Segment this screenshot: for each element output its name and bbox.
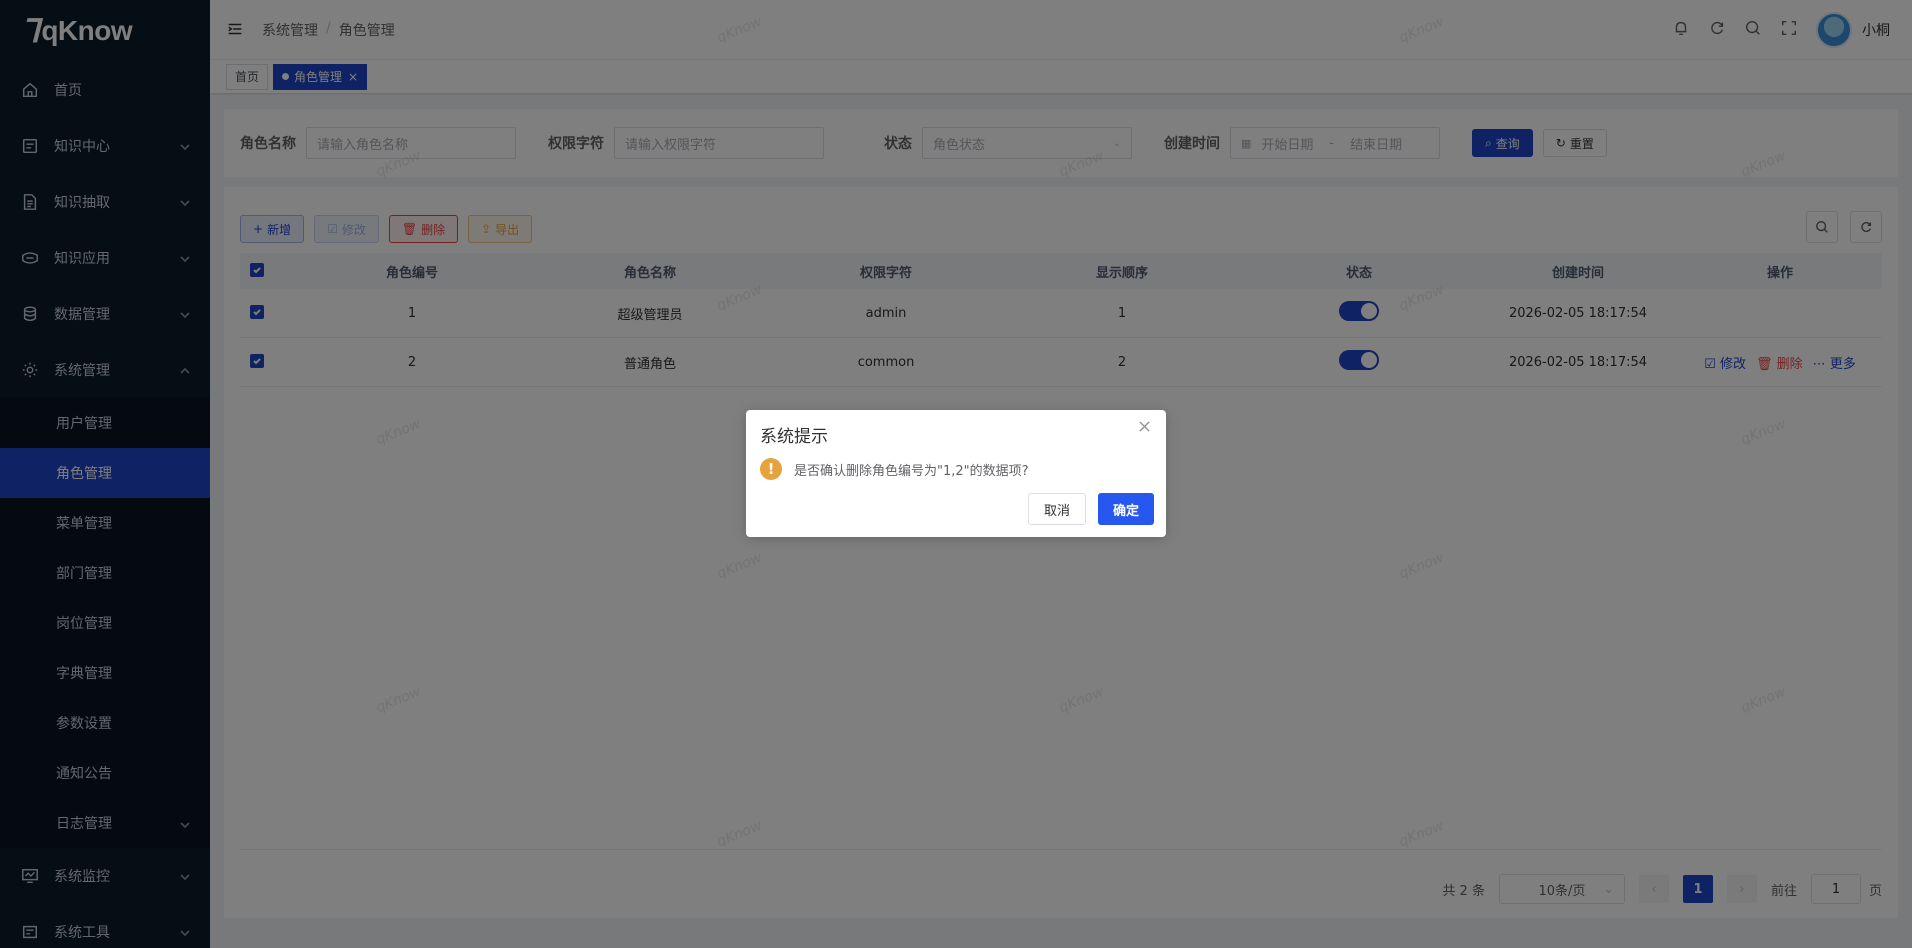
dialog-title: 系统提示 <box>760 427 828 447</box>
cancel-button[interactable]: 取消 <box>1027 493 1086 525</box>
close-icon[interactable] <box>1138 420 1152 434</box>
dialog-message: 是否确认删除角色编号为"1,2"的数据项? <box>794 463 1029 479</box>
dialog-body: ! 是否确认删除角色编号为"1,2"的数据项? <box>760 458 1029 480</box>
warning-icon: ! <box>760 458 782 480</box>
confirm-button[interactable]: 确定 <box>1097 493 1154 525</box>
confirm-dialog: 系统提示 ! 是否确认删除角色编号为"1,2"的数据项? 取消 确定 <box>746 410 1166 537</box>
dialog-footer: 取消 确定 <box>1027 493 1154 525</box>
